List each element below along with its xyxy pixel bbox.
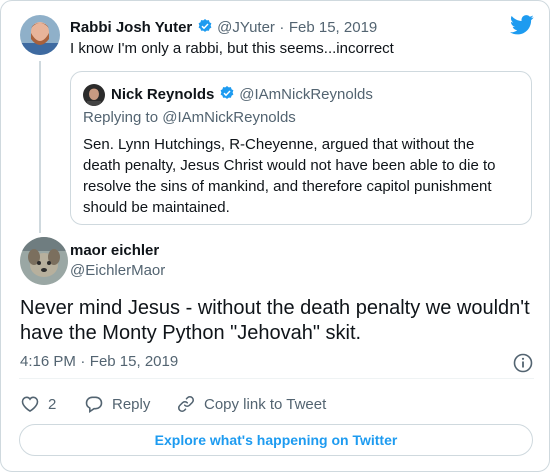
rabbi-avatar[interactable] [20, 15, 60, 55]
info-icon[interactable] [513, 353, 533, 378]
divider [19, 378, 534, 379]
author-name[interactable]: maor eichler [70, 242, 159, 259]
reply-tweet-header: Rabbi Josh Yuter @JYuter · Feb 15, 2019 [70, 18, 377, 37]
quoted-author-name: Nick Reynolds [111, 86, 215, 103]
main-author-handle[interactable]: @EichlerMaor [70, 262, 165, 280]
separator-dot: · [279, 19, 285, 36]
quoted-tweet-header: Nick Reynolds @IAmNickReynolds [111, 85, 373, 104]
like-button[interactable]: 2 [20, 394, 56, 414]
copy-link-label: Copy link to Tweet [204, 395, 327, 413]
tweet-date[interactable]: Feb 15, 2019 [289, 19, 377, 36]
tweet-time[interactable]: 4:16 PM [20, 353, 76, 370]
quoted-author-handle: @IAmNickReynolds [239, 86, 373, 103]
verified-badge-icon [198, 19, 212, 32]
reply-tweet-text: I know I'm only a rabbi, but this seems.… [70, 40, 394, 57]
copy-link-button[interactable]: Copy link to Tweet [176, 394, 326, 414]
quoted-tweet[interactable]: Nick Reynolds @IAmNickReynolds Replying … [70, 71, 532, 225]
maor-avatar[interactable] [20, 237, 68, 285]
thread-line [39, 61, 41, 233]
main-tweet-text: Never mind Jesus - without the death pen… [20, 297, 530, 344]
verified-badge-icon [220, 86, 234, 99]
tweet-date[interactable]: Feb 15, 2019 [90, 353, 178, 370]
quoted-tweet-text: Sen. Lynn Hutchings, R-Cheyenne, argued … [83, 136, 496, 216]
timestamp[interactable]: 4:16 PM · Feb 15, 2019 [20, 353, 178, 371]
replying-to: Replying to @IAmNickReynolds [83, 109, 296, 126]
explore-twitter-button[interactable]: Explore what's happening on Twitter [19, 424, 533, 456]
heart-icon [21, 396, 39, 413]
author-name[interactable]: Rabbi Josh Yuter [70, 19, 192, 36]
like-count: 2 [48, 395, 57, 413]
separator-dot: · [80, 353, 86, 370]
link-icon [178, 396, 194, 412]
main-author-name: maor eichler [70, 242, 159, 260]
author-handle[interactable]: @JYuter [217, 19, 275, 36]
reply-bubble-icon [85, 396, 103, 413]
nick-avatar [83, 84, 105, 106]
twitter-bird-icon[interactable] [510, 15, 534, 40]
reply-button[interactable]: Reply [84, 394, 150, 414]
explore-label: Explore what's happening on Twitter [154, 432, 398, 448]
reply-label: Reply [112, 395, 151, 413]
tweet-embed-card: Rabbi Josh Yuter @JYuter · Feb 15, 2019 … [0, 0, 550, 472]
